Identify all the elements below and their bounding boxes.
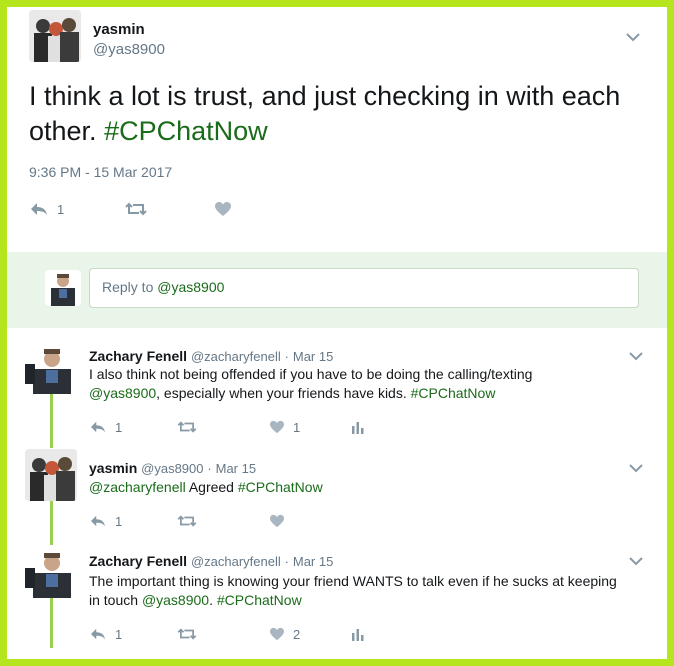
- thread-line: [50, 441, 53, 448]
- mention-link[interactable]: @yas8900: [89, 385, 156, 401]
- reply-input[interactable]: Reply to @yas8900: [89, 268, 639, 308]
- reply-tweet: Zachary Fenell @zacharyfenell · Mar 15 I…: [7, 328, 667, 441]
- author-name[interactable]: Zachary Fenell: [89, 553, 187, 569]
- author-handle[interactable]: @zacharyfenell: [191, 554, 281, 569]
- retweet-button[interactable]: [125, 199, 147, 219]
- separator-dot: ·: [284, 349, 289, 364]
- reply-composer: Reply to @yas8900: [7, 252, 667, 328]
- like-button[interactable]: [269, 511, 285, 531]
- author-name[interactable]: yasmin: [93, 21, 145, 38]
- tweet-date[interactable]: Mar 15: [293, 554, 333, 569]
- author-handle[interactable]: @yas8900: [141, 461, 203, 476]
- heart-icon: [270, 420, 284, 434]
- avatar: [45, 270, 81, 306]
- heart-icon: [215, 202, 231, 216]
- like-button[interactable]: 2: [269, 624, 300, 644]
- hashtag-link[interactable]: #CPChatNow: [411, 385, 496, 401]
- main-tweet: yasmin @yas8900 I think a lot is trust, …: [7, 7, 667, 252]
- tweet-text: The important thing is knowing your frie…: [89, 572, 629, 610]
- like-button[interactable]: 1: [269, 417, 300, 437]
- tweet-body-cont: , especially when your friends have kids…: [156, 385, 407, 401]
- retweet-icon: [125, 202, 147, 216]
- avatar[interactable]: [29, 10, 81, 62]
- tweet-date[interactable]: Mar 15: [293, 349, 333, 364]
- analytics-button[interactable]: [351, 624, 365, 644]
- heart-icon: [270, 514, 284, 528]
- tweet-date[interactable]: Mar 15: [216, 461, 256, 476]
- reply-placeholder-prefix: Reply to: [102, 279, 158, 295]
- reply-tweet: yasmin @yas8900 · Mar 15 @zacharyfenell …: [7, 441, 667, 536]
- reply-count: 1: [57, 201, 65, 217]
- reply-count: 1: [115, 513, 123, 529]
- chevron-down-icon[interactable]: [629, 348, 643, 361]
- retweet-icon: [177, 515, 197, 527]
- author-name[interactable]: Zachary Fenell: [89, 348, 187, 364]
- reply-header: yasmin @yas8900 · Mar 15: [89, 460, 256, 476]
- retweet-button[interactable]: [177, 417, 197, 437]
- mention-link[interactable]: @yas8900: [142, 592, 209, 608]
- reply-icon: [91, 515, 105, 527]
- avatar[interactable]: [25, 449, 77, 501]
- like-button[interactable]: [214, 199, 232, 219]
- tweet-body: I also think not being offended if you h…: [89, 366, 533, 382]
- thread-line: [50, 598, 53, 648]
- tweet-body-cont: .: [209, 592, 213, 608]
- avatar[interactable]: [25, 546, 77, 598]
- separator-dot: ·: [284, 554, 289, 569]
- heart-icon: [270, 627, 284, 641]
- author-name[interactable]: yasmin: [89, 460, 137, 476]
- tweet-text: I think a lot is trust, and just checkin…: [29, 79, 649, 149]
- reply-tweet: Zachary Fenell @zacharyfenell · Mar 15 T…: [7, 536, 667, 659]
- avatar[interactable]: [25, 342, 77, 394]
- hashtag-link[interactable]: #CPChatNow: [104, 116, 268, 146]
- retweet-button[interactable]: [177, 511, 197, 531]
- author-handle[interactable]: @yas8900: [93, 41, 165, 58]
- retweet-button[interactable]: [177, 624, 197, 644]
- reply-placeholder-mention: @yas8900: [157, 279, 225, 295]
- like-count: 1: [293, 419, 301, 435]
- reply-header: Zachary Fenell @zacharyfenell · Mar 15: [89, 348, 333, 364]
- separator-dot: ·: [207, 461, 212, 476]
- reply-button[interactable]: 1: [89, 624, 122, 644]
- thread-line: [50, 536, 53, 545]
- reply-count: 1: [115, 419, 123, 435]
- retweet-icon: [177, 628, 197, 640]
- tweet-text: I also think not being offended if you h…: [89, 365, 629, 403]
- chevron-down-icon[interactable]: [629, 553, 643, 566]
- reply-button[interactable]: 1: [89, 511, 122, 531]
- thread-line: [50, 388, 53, 441]
- analytics-icon: [352, 629, 364, 641]
- like-count: 2: [293, 626, 301, 642]
- retweet-icon: [177, 421, 197, 433]
- reply-header: Zachary Fenell @zacharyfenell · Mar 15: [89, 553, 333, 569]
- reply-button[interactable]: 1: [89, 417, 122, 437]
- tweet-timestamp[interactable]: 9:36 PM - 15 Mar 2017: [29, 164, 172, 180]
- hashtag-link[interactable]: #CPChatNow: [217, 592, 302, 608]
- tweet-text: @zacharyfenell Agreed #CPChatNow: [89, 478, 629, 497]
- chevron-down-icon[interactable]: [629, 460, 643, 473]
- mention-link[interactable]: @zacharyfenell: [89, 479, 186, 495]
- reply-icon: [91, 421, 105, 433]
- reply-icon: [31, 203, 47, 215]
- reply-icon: [91, 628, 105, 640]
- tweet-detail-frame: yasmin @yas8900 I think a lot is trust, …: [7, 7, 667, 659]
- analytics-icon: [352, 422, 364, 434]
- hashtag-link[interactable]: #CPChatNow: [238, 479, 323, 495]
- author-handle[interactable]: @zacharyfenell: [191, 349, 281, 364]
- reply-button[interactable]: 1: [29, 199, 64, 219]
- reply-count: 1: [115, 626, 123, 642]
- thread-line: [50, 501, 53, 536]
- chevron-down-icon[interactable]: [626, 29, 640, 42]
- analytics-button[interactable]: [351, 417, 365, 437]
- tweet-body: Agreed: [188, 479, 234, 495]
